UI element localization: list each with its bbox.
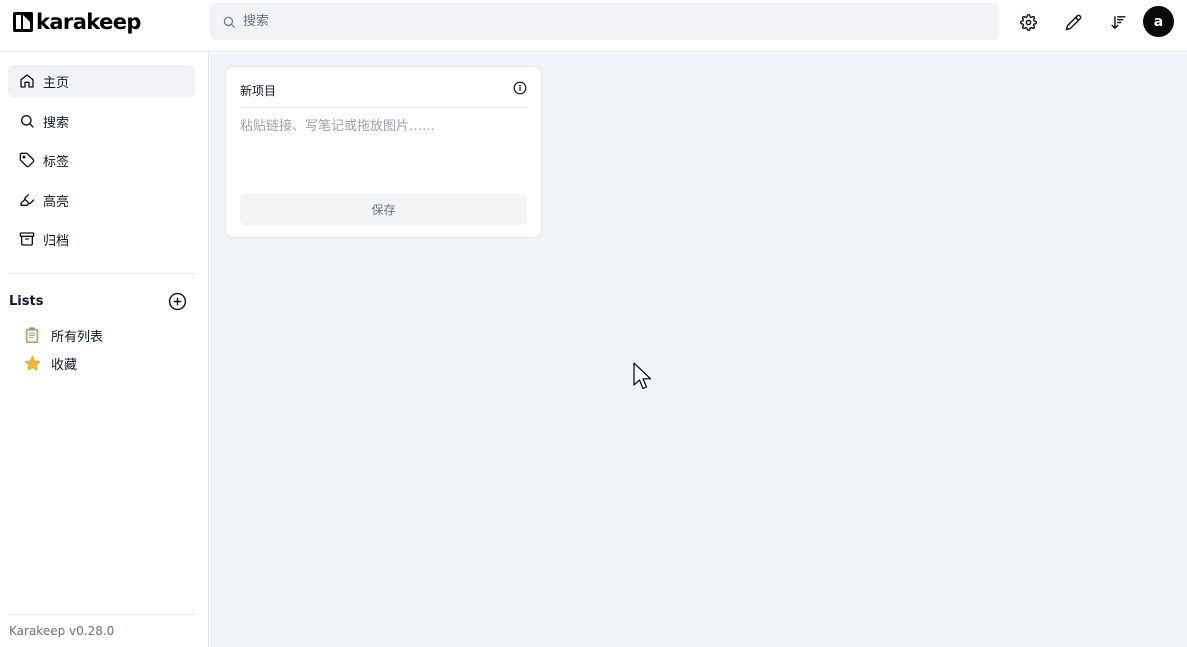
edit-button[interactable]: [1059, 8, 1087, 36]
clipboard-icon: [22, 325, 42, 345]
settings-button[interactable]: [1014, 8, 1042, 36]
star-icon: [22, 353, 42, 373]
top-header: karakeep a: [0, 0, 1187, 52]
search-icon: [21, 115, 34, 128]
search-input[interactable]: [243, 6, 983, 37]
save-button[interactable]: 保存: [240, 194, 527, 225]
card-title: 新项目: [240, 84, 277, 98]
sort-descending-icon: [1110, 15, 1126, 29]
tag-icon: [19, 152, 35, 168]
highlighter-icon: [20, 194, 35, 206]
info-icon[interactable]: [513, 81, 527, 95]
pencil-icon: [1065, 14, 1081, 30]
sidebar-item-label: 主页: [43, 75, 70, 91]
sidebar-item-archive[interactable]: 归档: [8, 223, 195, 255]
list-item-favorites[interactable]: 收藏: [22, 351, 192, 375]
sidebar-item-label: 搜索: [43, 115, 70, 131]
app-version: Karakeep v0.28.0: [9, 624, 115, 638]
sidebar-item-highlights[interactable]: 高亮: [8, 184, 195, 216]
mouse-cursor-icon: [633, 362, 652, 390]
search-bar[interactable]: [210, 3, 999, 40]
home-icon: [20, 74, 34, 88]
user-avatar[interactable]: a: [1143, 6, 1174, 37]
sidebar-item-home[interactable]: 主页: [8, 65, 195, 97]
karakeep-logo-icon: [13, 12, 33, 32]
card-divider: [240, 107, 527, 108]
gear-icon: [1019, 13, 1037, 31]
new-item-card: 新项目 保存: [225, 66, 542, 238]
archive-icon: [19, 232, 35, 246]
main-content: 新项目 保存: [210, 53, 1187, 647]
sidebar-item-search[interactable]: 搜索: [8, 105, 195, 137]
list-item-label: 所有列表: [51, 329, 104, 345]
list-item-all-lists[interactable]: 所有列表: [22, 323, 192, 347]
sidebar-item-label: 归档: [43, 233, 70, 249]
sort-button[interactable]: [1104, 8, 1132, 36]
app-name: karakeep: [36, 10, 141, 34]
sidebar-item-label: 高亮: [43, 194, 70, 210]
lists-heading: Lists: [9, 294, 44, 309]
sidebar-divider: [8, 273, 195, 274]
sidebar: 主页 搜索 标签 高亮 归档 Lists 所有列表 收藏 Karakeep v0…: [0, 52, 209, 647]
sidebar-item-label: 标签: [43, 154, 70, 170]
sidebar-footer-divider: [8, 614, 195, 615]
list-item-label: 收藏: [51, 357, 78, 373]
add-list-icon[interactable]: [168, 292, 187, 311]
sidebar-item-tags[interactable]: 标签: [8, 144, 195, 176]
new-item-textarea[interactable]: [240, 115, 527, 189]
search-icon: [223, 16, 235, 28]
app-logo[interactable]: karakeep: [13, 10, 141, 34]
